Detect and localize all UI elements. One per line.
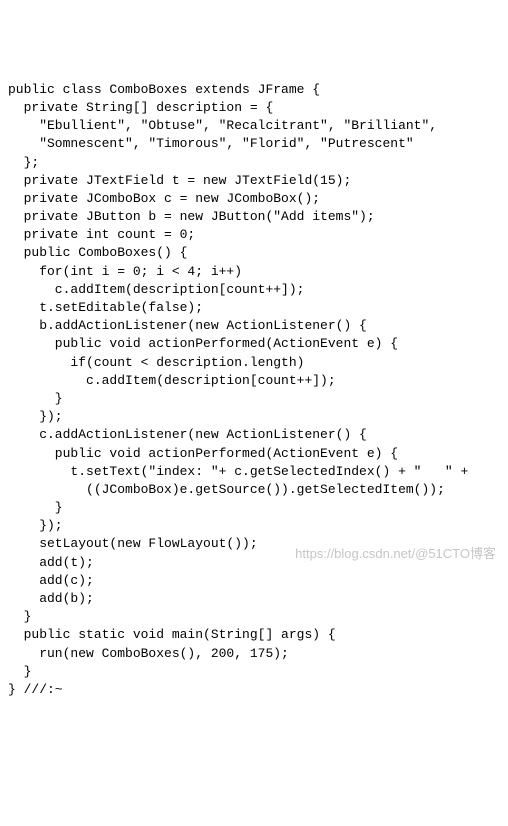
code-line: } ///:~ bbox=[8, 682, 63, 697]
code-line: if(count < description.length) bbox=[8, 355, 304, 370]
code-line: private JTextField t = new JTextField(15… bbox=[8, 173, 351, 188]
code-line: public static void main(String[] args) { bbox=[8, 627, 336, 642]
code-line: add(t); bbox=[8, 555, 94, 570]
code-line: run(new ComboBoxes(), 200, 175); bbox=[8, 646, 289, 661]
code-line: "Somnescent", "Timorous", "Florid", "Put… bbox=[8, 136, 414, 151]
code-line: public class ComboBoxes extends JFrame { bbox=[8, 82, 320, 97]
code-line: "Ebullient", "Obtuse", "Recalcitrant", "… bbox=[8, 118, 437, 133]
code-line: t.setText("index: "+ c.getSelectedIndex(… bbox=[8, 464, 468, 479]
code-line: private String[] description = { bbox=[8, 100, 273, 115]
code-line: }; bbox=[8, 155, 39, 170]
code-line: ((JComboBox)e.getSource()).getSelectedIt… bbox=[8, 482, 445, 497]
code-line: c.addItem(description[count++]); bbox=[8, 282, 304, 297]
code-line: private JButton b = new JButton("Add ite… bbox=[8, 209, 375, 224]
code-line: b.addActionListener(new ActionListener()… bbox=[8, 318, 367, 333]
code-line: private JComboBox c = new JComboBox(); bbox=[8, 191, 320, 206]
code-line: } bbox=[8, 500, 63, 515]
code-line: setLayout(new FlowLayout()); bbox=[8, 536, 258, 551]
code-line: } bbox=[8, 609, 31, 624]
code-line: add(c); bbox=[8, 573, 94, 588]
code-line: } bbox=[8, 391, 63, 406]
code-line: public void actionPerformed(ActionEvent … bbox=[8, 336, 398, 351]
code-line: for(int i = 0; i < 4; i++) bbox=[8, 264, 242, 279]
code-line: }); bbox=[8, 409, 63, 424]
code-line: add(b); bbox=[8, 591, 94, 606]
code-line: } bbox=[8, 664, 31, 679]
code-line: t.setEditable(false); bbox=[8, 300, 203, 315]
code-line: c.addActionListener(new ActionListener()… bbox=[8, 427, 367, 442]
code-line: public void actionPerformed(ActionEvent … bbox=[8, 446, 398, 461]
code-line: }); bbox=[8, 518, 63, 533]
code-line: c.addItem(description[count++]); bbox=[8, 373, 336, 388]
code-line: public ComboBoxes() { bbox=[8, 245, 187, 260]
code-block: public class ComboBoxes extends JFrame {… bbox=[8, 81, 500, 699]
code-line: private int count = 0; bbox=[8, 227, 195, 242]
